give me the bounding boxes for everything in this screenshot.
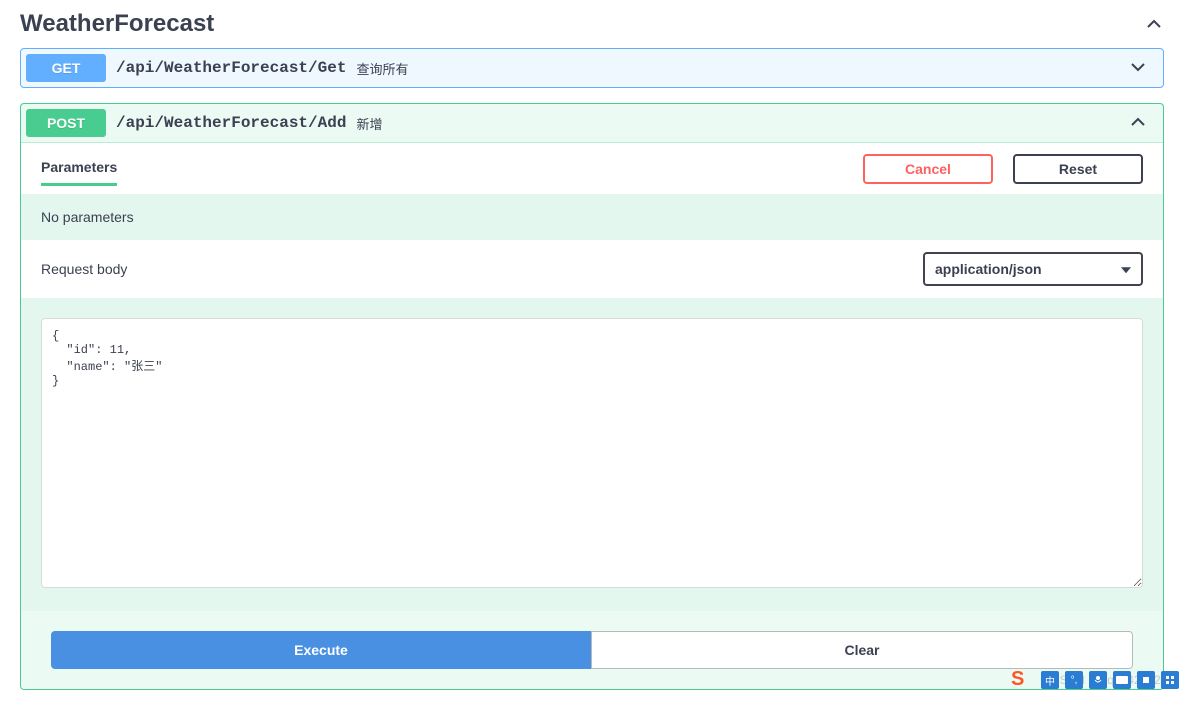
ime-skin-icon[interactable] bbox=[1137, 671, 1155, 689]
operation-post: POST /api/WeatherForecast/Add 新增 Paramet… bbox=[20, 103, 1164, 690]
tag-title: WeatherForecast bbox=[20, 10, 214, 38]
sogou-icon[interactable]: S bbox=[1011, 668, 1035, 692]
request-body-header: Request body application/json bbox=[21, 240, 1163, 298]
clear-button[interactable]: Clear bbox=[591, 631, 1133, 669]
request-body-textarea[interactable]: { "id": 11, "name": "张三" } bbox=[41, 318, 1143, 588]
ime-toolbar: S 中 °, bbox=[1011, 668, 1179, 692]
body-editor-wrap: { "id": 11, "name": "张三" } bbox=[21, 298, 1163, 611]
chevron-up-icon bbox=[1118, 112, 1158, 135]
operation-path: /api/WeatherForecast/Add bbox=[106, 114, 356, 132]
parameters-header: Parameters Cancel Reset bbox=[21, 143, 1163, 194]
operation-summary[interactable]: POST /api/WeatherForecast/Add 新增 bbox=[21, 104, 1163, 142]
ime-mode-icon[interactable]: 中 bbox=[1041, 671, 1059, 689]
operation-summary[interactable]: GET /api/WeatherForecast/Get 查询所有 bbox=[21, 49, 1163, 87]
operation-description: 新增 bbox=[356, 114, 1118, 133]
execute-button[interactable]: Execute bbox=[51, 631, 591, 669]
method-badge-post: POST bbox=[26, 109, 106, 137]
operation-description: 查询所有 bbox=[356, 59, 1118, 78]
ime-tools-icon[interactable] bbox=[1161, 671, 1179, 689]
operation-body: Parameters Cancel Reset No parameters Re… bbox=[21, 142, 1163, 689]
no-parameters-text: No parameters bbox=[21, 194, 1163, 240]
request-body-label: Request body bbox=[41, 261, 127, 277]
chevron-up-icon bbox=[1144, 14, 1164, 34]
operation-path: /api/WeatherForecast/Get bbox=[106, 59, 356, 77]
content-type-select[interactable]: application/json bbox=[923, 252, 1143, 286]
cancel-button[interactable]: Cancel bbox=[863, 154, 993, 184]
method-badge-get: GET bbox=[26, 54, 106, 82]
operation-get: GET /api/WeatherForecast/Get 查询所有 bbox=[20, 48, 1164, 88]
parameters-tab[interactable]: Parameters bbox=[41, 151, 117, 186]
chevron-down-icon bbox=[1118, 57, 1158, 80]
ime-voice-icon[interactable] bbox=[1089, 671, 1107, 689]
tag-section-header[interactable]: WeatherForecast bbox=[20, 0, 1164, 48]
ime-keyboard-icon[interactable] bbox=[1113, 671, 1131, 689]
reset-button[interactable]: Reset bbox=[1013, 154, 1143, 184]
execute-wrapper: Execute Clear bbox=[21, 611, 1163, 689]
ime-punct-icon[interactable]: °, bbox=[1065, 671, 1083, 689]
